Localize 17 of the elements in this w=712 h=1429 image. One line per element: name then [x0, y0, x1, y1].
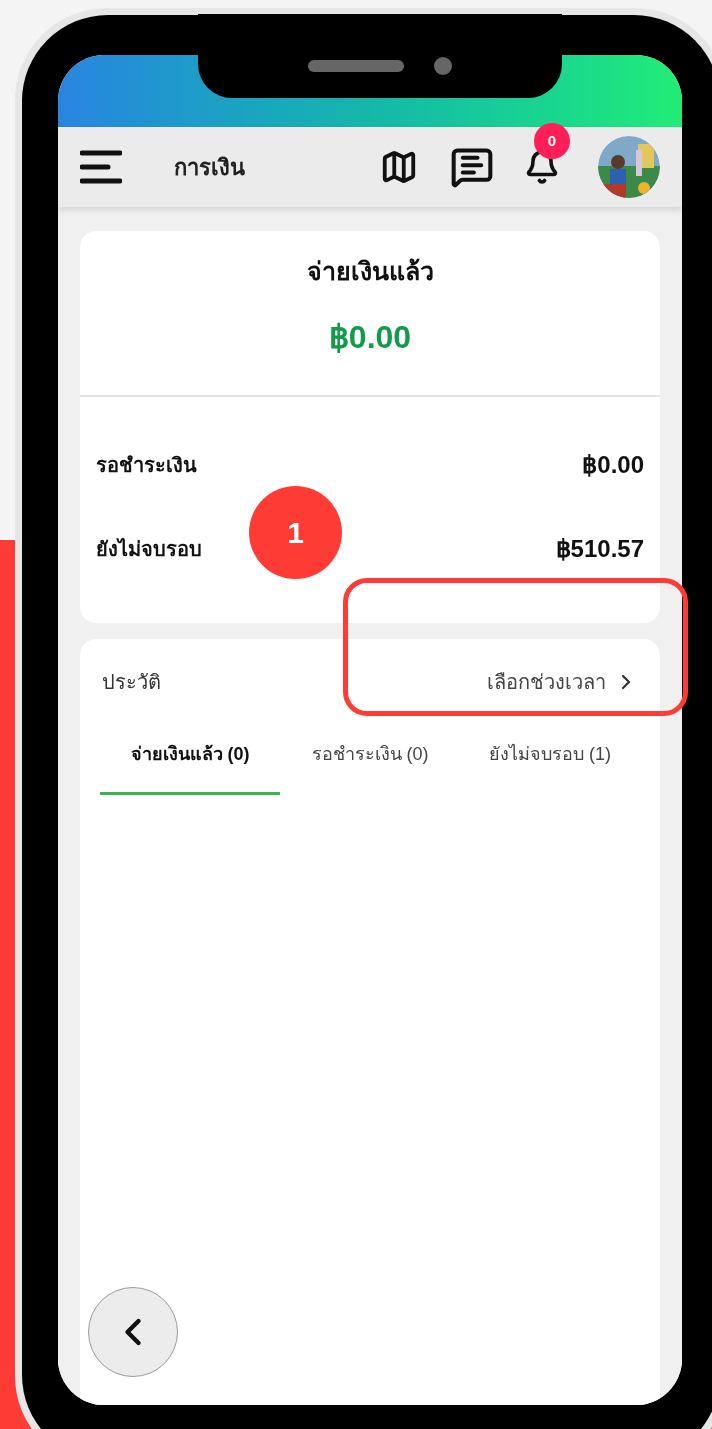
page-title: การเงิน [174, 153, 245, 182]
chat-icon[interactable] [450, 145, 494, 189]
summary-label: รอชำระเงิน [96, 452, 197, 478]
summary-label: ยังไม่จบรอบ [96, 536, 202, 562]
history-tab[interactable]: ยังไม่จบรอบ (1) [460, 740, 640, 795]
bell-icon[interactable] [524, 149, 560, 185]
date-range-link[interactable]: เลือกช่วงเวลา [487, 666, 638, 697]
menu-icon[interactable] [80, 149, 122, 185]
notification-badge: 0 [534, 123, 570, 159]
history-tab[interactable]: รอชำระเงิน (0) [280, 740, 460, 795]
summary-value: ฿0.00 [582, 449, 644, 480]
history-title: ประวัติ [102, 669, 161, 695]
summary-value: ฿510.57 [555, 533, 644, 564]
map-icon[interactable] [380, 148, 418, 186]
paid-amount: ฿0.00 [328, 317, 412, 357]
history-tab[interactable]: จ่ายเงินแล้ว (0) [100, 740, 280, 795]
paid-label: จ่ายเงินแล้ว [306, 256, 434, 287]
